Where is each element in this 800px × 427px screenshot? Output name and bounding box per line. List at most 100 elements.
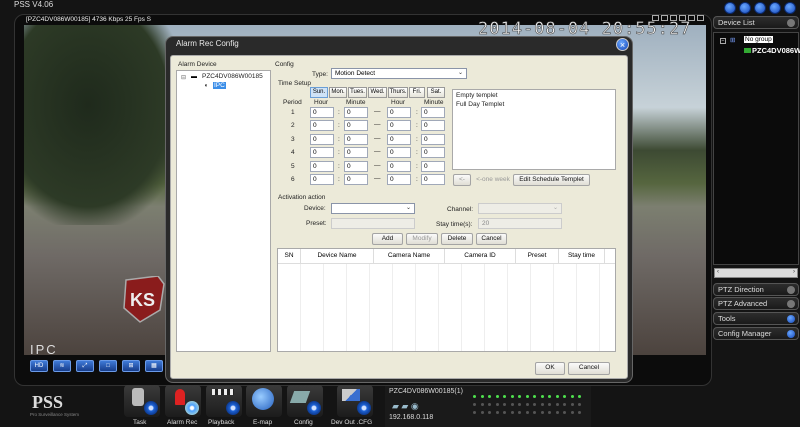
- preset-input[interactable]: [331, 218, 415, 229]
- tree-device[interactable]: PZC4DV086W: [752, 46, 800, 55]
- add-icon[interactable]: [787, 19, 795, 27]
- dialog-close-button[interactable]: ×: [616, 38, 629, 51]
- template-item[interactable]: Empty templet: [456, 92, 498, 99]
- start-hour-input[interactable]: 0: [310, 120, 334, 131]
- lock-icon[interactable]: [724, 2, 736, 14]
- hd-button[interactable]: HD: [30, 360, 48, 372]
- end-minute-input[interactable]: 0: [421, 107, 445, 118]
- dialog-cancel-button[interactable]: Cancel: [568, 362, 610, 375]
- day-tab-tues[interactable]: Tues.: [348, 87, 367, 98]
- column-camera-name[interactable]: Camera Name: [374, 249, 445, 263]
- column-preset[interactable]: Preset: [516, 249, 559, 263]
- start-minute-input[interactable]: 0: [344, 174, 368, 185]
- ok-button[interactable]: OK: [535, 362, 565, 375]
- column-camera-id[interactable]: Camera ID: [445, 249, 516, 263]
- template-item[interactable]: Full Day Templet: [456, 101, 504, 108]
- end-hour-input[interactable]: 0: [387, 120, 411, 131]
- end-hour-input[interactable]: 0: [387, 147, 411, 158]
- day-tab-wed[interactable]: Wed.: [368, 87, 387, 98]
- audio-icon[interactable]: [688, 15, 695, 21]
- layout-1-icon[interactable]: □: [99, 360, 117, 372]
- start-minute-input[interactable]: 0: [344, 120, 368, 131]
- type-select[interactable]: Motion Detect ⌄: [331, 68, 467, 79]
- layout-4-icon[interactable]: ⊞: [122, 360, 140, 372]
- start-hour-input[interactable]: 0: [310, 161, 334, 172]
- start-minute-input[interactable]: 0: [344, 134, 368, 145]
- expand-icon[interactable]: [787, 315, 795, 323]
- collapse-icon[interactable]: −: [720, 38, 726, 44]
- end-minute-input[interactable]: 0: [421, 161, 445, 172]
- stay-time-input[interactable]: 20: [478, 218, 562, 229]
- menu-icon[interactable]: [739, 2, 751, 14]
- device-select[interactable]: ⌄: [331, 203, 415, 214]
- close-icon[interactable]: [784, 2, 796, 14]
- channel-label: IPC: [30, 342, 58, 357]
- device-list-header[interactable]: Device List: [713, 16, 799, 29]
- day-tab-thurs[interactable]: Thurs.: [388, 87, 408, 98]
- copy-one-week-button[interactable]: <-one week: [475, 174, 511, 186]
- expand-icon[interactable]: [787, 300, 795, 308]
- config-button[interactable]: [287, 385, 323, 417]
- dev-out-cfg-button[interactable]: [337, 385, 373, 417]
- day-tab-fri[interactable]: Fri.: [409, 87, 425, 98]
- ptz-advanced-section[interactable]: PTZ Advanced: [713, 297, 799, 310]
- copy-button[interactable]: <-: [453, 174, 471, 186]
- add-button[interactable]: Add: [372, 233, 403, 245]
- delete-button[interactable]: Delete: [441, 233, 473, 245]
- channel-led: [578, 395, 581, 398]
- start-hour-input[interactable]: 0: [310, 134, 334, 145]
- zoom-icon[interactable]: [670, 15, 677, 21]
- start-hour-input[interactable]: 0: [310, 107, 334, 118]
- end-minute-input[interactable]: 0: [421, 147, 445, 158]
- end-minute-input[interactable]: 0: [421, 134, 445, 145]
- tree-scrollbar[interactable]: ‹ ›: [714, 268, 798, 278]
- playback-button[interactable]: [206, 385, 242, 417]
- config-manager-section[interactable]: Config Manager: [713, 327, 799, 340]
- column-device-name[interactable]: Device Name: [301, 249, 374, 263]
- alarm-rec-button[interactable]: [165, 385, 201, 417]
- layout-9-icon[interactable]: ▦: [145, 360, 163, 372]
- column-sn[interactable]: SN: [278, 249, 301, 263]
- tree-device[interactable]: PZC4DV086W00185: [202, 73, 263, 80]
- collapse-icon[interactable]: ⊟: [181, 74, 186, 81]
- record-icon[interactable]: [661, 15, 668, 21]
- end-hour-input[interactable]: 0: [387, 107, 411, 118]
- expand-icon[interactable]: [787, 286, 795, 294]
- day-tab-mon[interactable]: Mon.: [329, 87, 347, 98]
- end-minute-input[interactable]: 0: [421, 120, 445, 131]
- ptz-direction-section[interactable]: PTZ Direction: [713, 283, 799, 296]
- start-minute-input[interactable]: 0: [344, 107, 368, 118]
- day-tab-sat[interactable]: Sat.: [427, 87, 445, 98]
- tools-section[interactable]: Tools: [713, 312, 799, 325]
- end-hour-input[interactable]: 0: [387, 174, 411, 185]
- cancel-button[interactable]: Cancel: [476, 233, 507, 245]
- minimize-icon[interactable]: [754, 2, 766, 14]
- column-stay-time[interactable]: Stay time: [559, 249, 605, 263]
- edit-schedule-templet-button[interactable]: Edit Schedule Templet: [513, 174, 590, 186]
- tree-group[interactable]: No group: [744, 36, 773, 43]
- expand-icon[interactable]: [787, 330, 795, 338]
- close-video-icon[interactable]: [697, 15, 704, 21]
- task-button[interactable]: [124, 385, 160, 417]
- channel-led: [563, 411, 566, 414]
- start-minute-input[interactable]: 0: [344, 147, 368, 158]
- template-list[interactable]: Empty templet Full Day Templet: [452, 89, 616, 170]
- day-tab-sun[interactable]: Sun.: [310, 87, 328, 98]
- modify-button[interactable]: Modify: [406, 233, 438, 245]
- start-hour-input[interactable]: 0: [310, 174, 334, 185]
- stream-icon[interactable]: ≋: [53, 360, 71, 372]
- start-hour-input[interactable]: 0: [310, 147, 334, 158]
- tree-channel[interactable]: IPC: [213, 82, 226, 89]
- gear-icon: [226, 401, 240, 415]
- snapshot-icon[interactable]: [652, 15, 659, 21]
- ptz-icon[interactable]: [679, 15, 686, 21]
- e-map-button[interactable]: [246, 385, 282, 417]
- channel-select[interactable]: ⌄: [478, 203, 562, 214]
- fullscreen-icon[interactable]: ⤢: [76, 360, 94, 372]
- start-minute-input[interactable]: 0: [344, 161, 368, 172]
- period-number: 5: [291, 163, 295, 170]
- end-hour-input[interactable]: 0: [387, 161, 411, 172]
- restore-icon[interactable]: [769, 2, 781, 14]
- end-minute-input[interactable]: 0: [421, 174, 445, 185]
- end-hour-input[interactable]: 0: [387, 134, 411, 145]
